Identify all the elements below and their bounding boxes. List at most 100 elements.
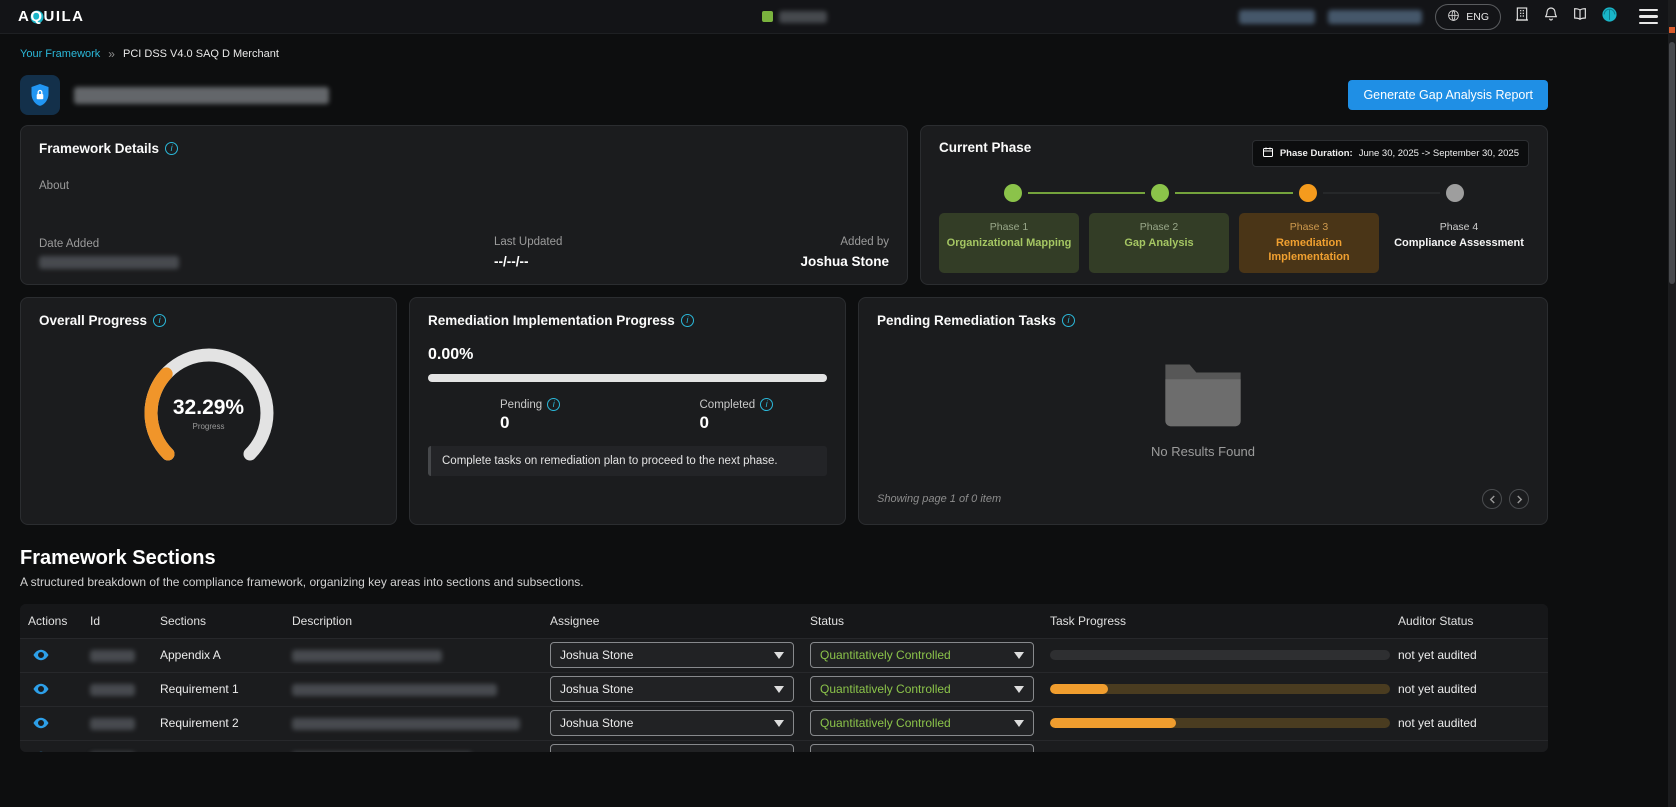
phase-grid: Phase 1 Organizational Mapping Phase 2 G… xyxy=(939,213,1529,273)
status-select[interactable]: Quantitatively Controlled xyxy=(810,676,1034,702)
remediation-note: Complete tasks on remediation plan to pr… xyxy=(428,446,827,476)
assignee-select[interactable]: Joshua Stone xyxy=(550,710,794,736)
empty-state: No Results Found xyxy=(877,328,1529,489)
main-content: Your Framework » PCI DSS V4.0 SAQ D Merc… xyxy=(20,47,1548,752)
current-phase-title: Current Phase xyxy=(939,140,1031,155)
col-id: Id xyxy=(82,604,152,638)
page-header: Generate Gap Analysis Report xyxy=(20,75,1548,115)
assignee-select[interactable]: Joshua Stone xyxy=(550,642,794,668)
navbar-center-status xyxy=(762,11,827,23)
assignee-select[interactable] xyxy=(550,744,794,752)
framework-sections-title: Framework Sections xyxy=(20,547,1548,570)
phase-2-dot xyxy=(1151,184,1169,202)
info-icon[interactable] xyxy=(547,398,560,411)
notifications-button[interactable] xyxy=(1543,6,1559,27)
phase-duration-label: Phase Duration: xyxy=(1280,148,1353,159)
paging-text: Showing page 1 of 0 item xyxy=(877,493,1001,505)
brand-logo[interactable]: AQUILA xyxy=(18,8,85,25)
phase-3-dot xyxy=(1299,184,1317,202)
framework-details-card: Framework Details About Date Added Last … xyxy=(20,125,908,285)
phase-4-box: Phase 4 Compliance Assessment xyxy=(1389,213,1529,273)
overall-progress-title: Overall Progress xyxy=(39,313,147,328)
framework-sections-subtitle: A structured breakdown of the compliance… xyxy=(20,575,1548,589)
redacted-id xyxy=(90,650,135,662)
no-results-text: No Results Found xyxy=(1151,444,1255,459)
completed-count-block: Completed 0 xyxy=(628,398,828,433)
table-row-partial xyxy=(20,740,1548,752)
assignee-select[interactable]: Joshua Stone xyxy=(550,676,794,702)
phase-stepper xyxy=(939,183,1529,203)
pending-remediation-tasks-card: Pending Remediation Tasks No Results Fou… xyxy=(858,297,1548,525)
phase-1-box: Phase 1 Organizational Mapping xyxy=(939,213,1079,273)
vertical-scrollbar xyxy=(1668,0,1676,807)
pagination-prev-button[interactable] xyxy=(1482,489,1502,509)
building-icon xyxy=(1514,6,1530,27)
added-by-value: Joshua Stone xyxy=(800,254,889,269)
framework-shield-icon xyxy=(20,75,60,115)
scrollbar-thumb[interactable] xyxy=(1669,42,1675,284)
redacted-text xyxy=(1239,10,1315,24)
phase-2-box: Phase 2 Gap Analysis xyxy=(1089,213,1229,273)
chevron-down-icon xyxy=(774,652,784,659)
col-task-progress: Task Progress xyxy=(1042,604,1390,638)
auditor-status: not yet audited xyxy=(1390,638,1548,672)
info-icon[interactable] xyxy=(165,142,178,155)
view-section-button[interactable] xyxy=(28,712,54,734)
auditor-status: not yet audited xyxy=(1390,672,1548,706)
navbar-right: ENG xyxy=(1239,4,1658,30)
overall-progress-gauge: 32.29% Progress xyxy=(134,338,284,488)
redacted-text xyxy=(1328,10,1422,24)
current-phase-card: Current Phase Phase Duration: June 30, 2… xyxy=(920,125,1548,285)
globe-cyan-icon xyxy=(1601,6,1618,28)
last-updated-label: Last Updated xyxy=(494,236,562,248)
auditor-status xyxy=(1390,740,1548,752)
col-status: Status xyxy=(802,604,1042,638)
overall-progress-gauge-label: Progress xyxy=(192,422,224,431)
status-select[interactable] xyxy=(810,744,1034,752)
knowledge-base-button[interactable] xyxy=(1572,6,1588,27)
info-icon[interactable] xyxy=(153,314,166,327)
task-progress-bar xyxy=(1050,684,1390,694)
breadcrumb-your-framework-link[interactable]: Your Framework xyxy=(20,48,100,60)
date-added-label: Date Added xyxy=(39,238,179,250)
phase-duration-value: June 30, 2025 -> September 30, 2025 xyxy=(1359,148,1519,159)
info-icon[interactable] xyxy=(760,398,773,411)
pending-tasks-title: Pending Remediation Tasks xyxy=(877,313,1056,328)
language-selector[interactable]: ENG xyxy=(1435,4,1501,30)
generate-gap-analysis-report-button[interactable]: Generate Gap Analysis Report xyxy=(1348,80,1548,110)
assignee-select-value: Joshua Stone xyxy=(560,682,633,696)
brand-text-rest: UILA xyxy=(44,8,85,25)
info-icon[interactable] xyxy=(1062,314,1075,327)
completed-value: 0 xyxy=(700,413,828,433)
status-select[interactable]: Quantitatively Controlled xyxy=(810,710,1034,736)
view-section-button[interactable] xyxy=(28,746,54,752)
table-row: Appendix A Joshua Stone Quantitatively C… xyxy=(20,638,1548,672)
remediation-progress-bar xyxy=(428,374,827,382)
folder-icon xyxy=(1160,359,1246,434)
col-assignee: Assignee xyxy=(542,604,802,638)
redacted-id xyxy=(90,684,135,696)
assignee-select-value: Joshua Stone xyxy=(560,716,633,730)
view-section-button[interactable] xyxy=(28,678,54,700)
col-sections: Sections xyxy=(152,604,284,638)
redacted-description xyxy=(292,718,520,730)
global-app-button[interactable] xyxy=(1601,6,1618,28)
status-select[interactable]: Quantitatively Controlled xyxy=(810,642,1034,668)
redacted-page-title xyxy=(74,87,329,104)
pagination-next-button[interactable] xyxy=(1509,489,1529,509)
brand-q-dot: Q xyxy=(30,8,43,25)
framework-sections-table: Actions Id Sections Description Assignee… xyxy=(20,604,1548,752)
view-section-button[interactable] xyxy=(28,644,54,666)
status-green-square xyxy=(762,11,773,22)
info-icon[interactable] xyxy=(681,314,694,327)
stepper-connector xyxy=(1028,192,1146,194)
status-select-value: Quantitatively Controlled xyxy=(820,716,951,730)
globe-icon xyxy=(1447,9,1460,25)
stepper-connector xyxy=(1323,192,1441,194)
added-by-label: Added by xyxy=(840,236,889,248)
last-updated-value: --/--/-- xyxy=(494,254,562,269)
organization-button[interactable] xyxy=(1514,6,1530,27)
breadcrumb-separator-icon: » xyxy=(108,47,115,61)
hamburger-menu-button[interactable] xyxy=(1639,9,1658,24)
remediation-progress-card: Remediation Implementation Progress 0.00… xyxy=(409,297,846,525)
